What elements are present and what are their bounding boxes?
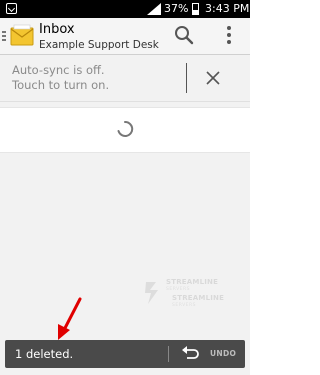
annotation-arrow-icon bbox=[58, 297, 82, 340]
loading-row bbox=[0, 107, 250, 153]
undo-button[interactable]: UNDO bbox=[175, 340, 243, 368]
undo-icon bbox=[182, 346, 199, 359]
action-bar: Inbox Example Support Desk bbox=[0, 18, 250, 55]
auto-sync-line1: Auto-sync is off. bbox=[12, 63, 105, 77]
search-icon[interactable] bbox=[174, 25, 194, 45]
watermark-sub-2: SERVERS bbox=[172, 303, 196, 308]
overflow-menu-icon[interactable] bbox=[226, 26, 232, 46]
mail-app-icon[interactable] bbox=[9, 24, 35, 48]
undo-label: UNDO bbox=[210, 349, 237, 358]
page-title: Inbox bbox=[39, 22, 75, 37]
watermark-brand-2: STREAMLINE bbox=[172, 294, 225, 302]
watermark-emblem-icon bbox=[145, 282, 158, 304]
battery-icon bbox=[192, 3, 199, 15]
banner-divider bbox=[186, 63, 187, 93]
watermark-brand: STREAMLINE bbox=[166, 278, 219, 286]
status-bar: 37% 3:43 PM bbox=[0, 0, 250, 18]
signal-icon bbox=[147, 3, 161, 15]
message-list: STREAMLINE SERVERS STREAMLINE SERVERS bbox=[0, 102, 250, 340]
auto-sync-line2: Touch to turn on. bbox=[12, 78, 110, 92]
battery-percent: 37% bbox=[164, 2, 189, 15]
account-name: Example Support Desk bbox=[39, 39, 159, 51]
nav-drawer-icon[interactable] bbox=[2, 31, 6, 41]
notification-icon bbox=[6, 3, 17, 14]
snackbar-divider bbox=[168, 346, 169, 362]
phone-screen: 37% 3:43 PM Inbox Example Support Desk A… bbox=[0, 0, 250, 375]
watermark-logo: STREAMLINE SERVERS STREAMLINE SERVERS bbox=[142, 274, 242, 314]
status-time: 3:43 PM bbox=[205, 2, 250, 15]
close-icon[interactable] bbox=[203, 68, 223, 88]
deleted-message: 1 deleted. bbox=[15, 347, 74, 361]
auto-sync-message[interactable]: Auto-sync is off. Touch to turn on. bbox=[12, 63, 109, 93]
auto-sync-banner[interactable]: Auto-sync is off. Touch to turn on. bbox=[0, 55, 250, 102]
watermark-sub: SERVERS bbox=[166, 287, 190, 292]
undo-snackbar: 1 deleted. UNDO bbox=[5, 340, 245, 368]
spinner-icon bbox=[117, 120, 134, 137]
